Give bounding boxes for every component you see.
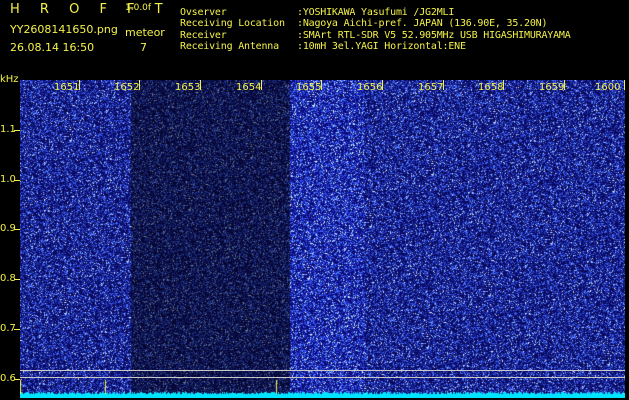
marker-line-upper <box>20 370 625 371</box>
x-tick-label: 1653 <box>175 82 201 93</box>
x-tick-label: 1655 <box>296 82 322 93</box>
antenna-label: Receiving Antenna <box>180 41 279 52</box>
location-value: :Nagoya Aichi-pref. JAPAN (136.90E, 35.2… <box>297 18 548 29</box>
mode-label: meteor <box>125 26 165 39</box>
x-tick-label: 1651 <box>54 82 80 93</box>
spectrogram-canvas <box>20 80 625 398</box>
antenna-value: :10mH 3el.YAGI Horizontal:ENE <box>297 41 466 52</box>
x-tick-label: 1657 <box>418 82 444 93</box>
y-tick-label: 1.0 <box>0 174 16 185</box>
x-tick-label: 1659 <box>539 82 565 93</box>
app-version: 1.0.0f <box>125 3 152 13</box>
location-label: Receiving Location <box>180 18 285 29</box>
receiver-value: :SMArt RTL-SDR V5 52.905MHz USB HIGASHIM… <box>297 30 571 41</box>
x-tick-label: 1658 <box>478 82 504 93</box>
x-tick-label: 1656 <box>357 82 383 93</box>
observer-label: Ovserver <box>180 7 227 18</box>
meteor-count: 7 <box>140 41 147 54</box>
file-name: YY2608141650.png <box>10 23 118 36</box>
y-tick-label: 0.6 <box>0 373 16 384</box>
y-tick-label: 0.7 <box>0 323 16 334</box>
spectrogram-plot <box>20 80 625 398</box>
x-tick-label: 1652 <box>114 82 140 93</box>
x-tick-label: 1600 <box>595 82 621 93</box>
date-time: 26.08.14 16:50 <box>10 41 95 54</box>
y-tick-label: 0.8 <box>0 273 16 284</box>
y-tick-label: 1.1 <box>0 124 16 135</box>
marker-line-lower <box>20 377 625 378</box>
y-axis-unit: kHz <box>0 74 19 85</box>
x-tick <box>624 80 625 90</box>
x-tick-label: 1654 <box>236 82 262 93</box>
y-tick-label: 0.9 <box>0 223 16 234</box>
receiver-label: Receiver <box>180 30 227 41</box>
observer-value: :YOSHIKAWA Yasufumi /JG2MLI <box>297 7 455 18</box>
